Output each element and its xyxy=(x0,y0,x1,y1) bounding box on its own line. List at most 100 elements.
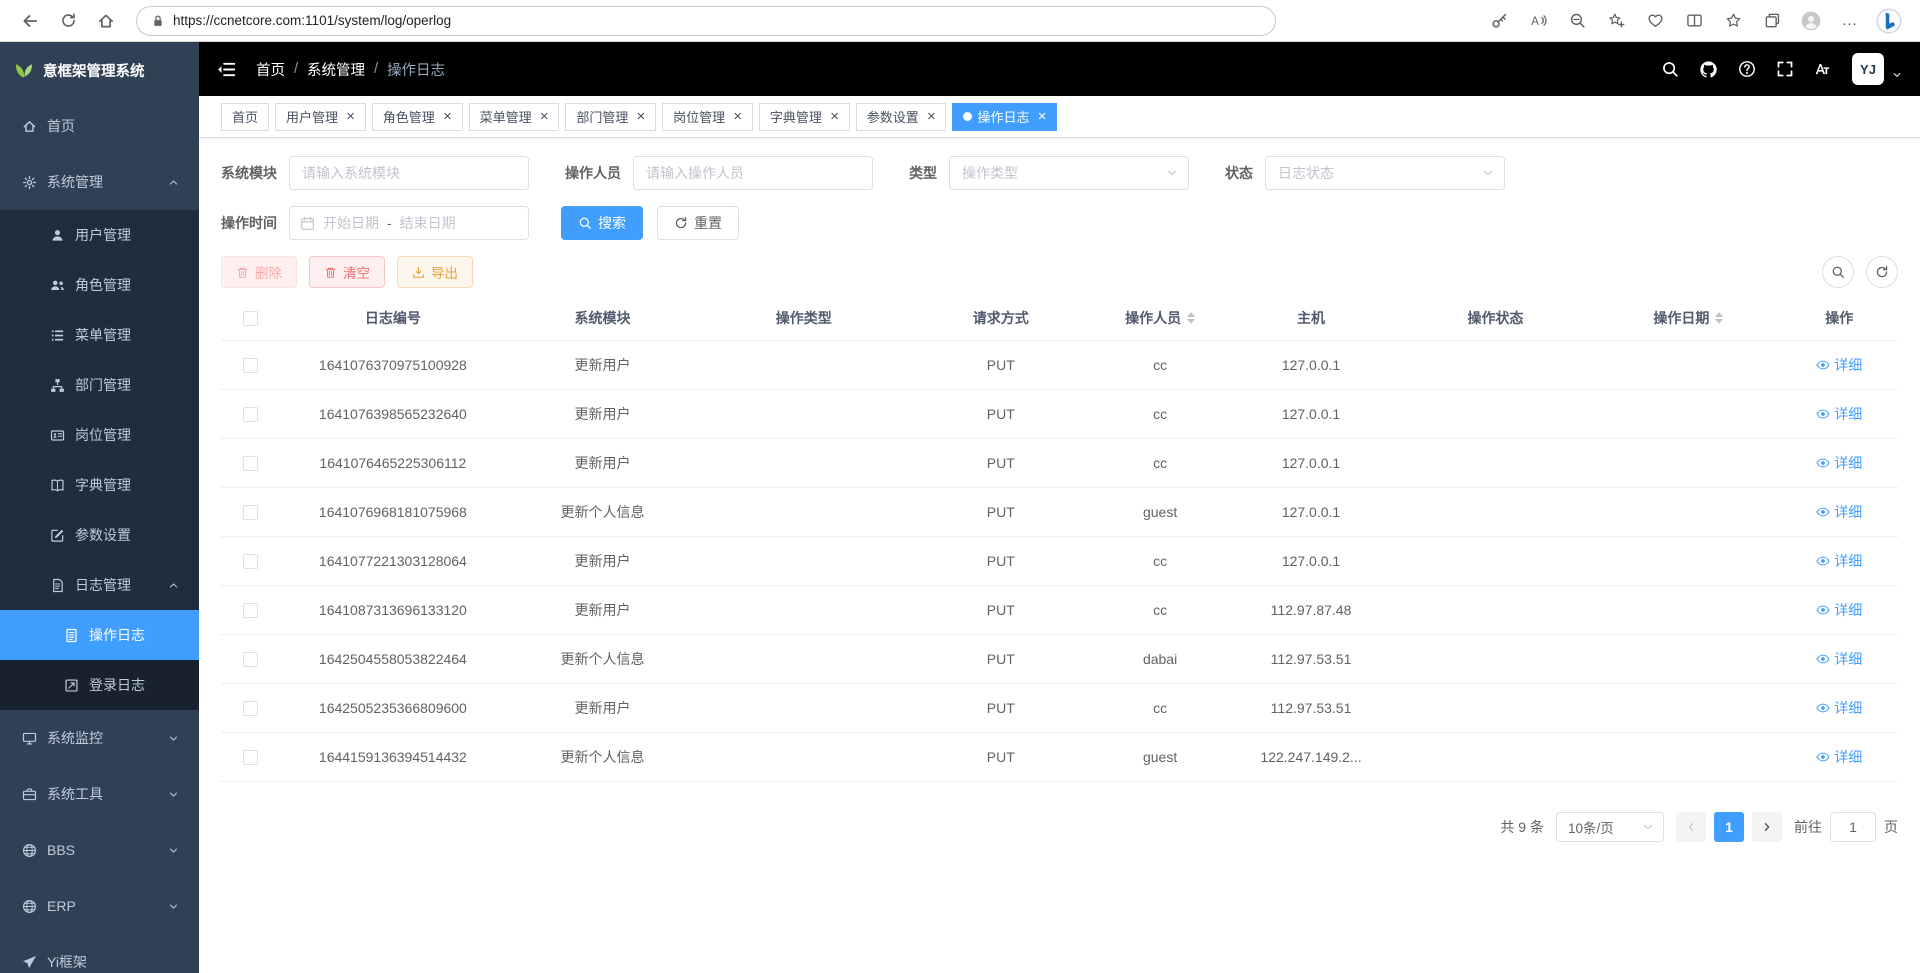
sort-icon[interactable] xyxy=(1187,312,1195,324)
status-select[interactable]: 日志状态 xyxy=(1265,156,1505,190)
browser-refresh-button[interactable] xyxy=(52,5,84,37)
favorites-button[interactable] xyxy=(1716,5,1750,37)
sidebar-item-tool[interactable]: 系统工具 xyxy=(0,766,199,822)
next-page-button[interactable] xyxy=(1752,812,1782,842)
read-aloud-button[interactable]: A xyxy=(1521,5,1555,37)
tab-user[interactable]: 用户管理× xyxy=(275,103,366,131)
tab-operlog[interactable]: 操作日志× xyxy=(952,103,1057,131)
operator-input[interactable] xyxy=(633,156,873,190)
detail-link[interactable]: 详细 xyxy=(1816,404,1862,424)
sidebar-item-config[interactable]: 参数设置 xyxy=(0,510,199,560)
github-link[interactable] xyxy=(1699,60,1718,79)
export-button[interactable]: 导出 xyxy=(397,256,473,288)
sidebar-item-log[interactable]: 日志管理 xyxy=(0,560,199,610)
reset-button[interactable]: 重置 xyxy=(657,206,739,240)
tab-post[interactable]: 岗位管理× xyxy=(662,103,753,131)
sort-icon[interactable] xyxy=(1715,312,1723,324)
delete-button[interactable]: 删除 xyxy=(221,256,297,288)
detail-link[interactable]: 详细 xyxy=(1816,502,1862,522)
search-button[interactable]: 搜索 xyxy=(561,206,643,240)
password-manager-button[interactable] xyxy=(1482,5,1516,37)
sidebar-item-menu[interactable]: 菜单管理 xyxy=(0,310,199,360)
sidebar-item-system[interactable]: 系统管理 xyxy=(0,154,199,210)
row-checkbox[interactable] xyxy=(243,750,258,765)
date-range-picker[interactable]: 开始日期 - 结束日期 xyxy=(289,206,529,240)
sidebar-item-post[interactable]: 岗位管理 xyxy=(0,410,199,460)
row-checkbox[interactable] xyxy=(243,652,258,667)
detail-link[interactable]: 详细 xyxy=(1816,747,1862,767)
row-checkbox[interactable] xyxy=(243,505,258,520)
user-avatar[interactable]: YJ xyxy=(1852,53,1884,85)
tab-home[interactable]: 首页 xyxy=(221,103,269,131)
close-icon[interactable]: × xyxy=(443,109,452,124)
row-checkbox[interactable] xyxy=(243,358,258,373)
sidebar-item-dict[interactable]: 字典管理 xyxy=(0,460,199,510)
browser-back-button[interactable] xyxy=(14,5,46,37)
sidebar-item-erp[interactable]: ERP xyxy=(0,878,199,934)
close-icon[interactable]: × xyxy=(346,109,355,124)
sidebar-item-home[interactable]: 首页 xyxy=(0,98,199,154)
column-header[interactable]: 操作日期 xyxy=(1596,296,1780,340)
help-button[interactable] xyxy=(1738,60,1756,78)
close-icon[interactable]: × xyxy=(733,109,742,124)
close-icon[interactable]: × xyxy=(830,109,839,124)
browser-home-button[interactable] xyxy=(90,5,122,37)
zoom-button[interactable] xyxy=(1560,5,1594,37)
row-checkbox[interactable] xyxy=(243,603,258,618)
browser-essentials-button[interactable] xyxy=(1638,5,1672,37)
tab-role[interactable]: 角色管理× xyxy=(372,103,463,131)
detail-link[interactable]: 详细 xyxy=(1816,355,1862,375)
detail-link[interactable]: 详细 xyxy=(1816,551,1862,571)
sidebar-item-bbs[interactable]: BBS xyxy=(0,822,199,878)
bing-button[interactable] xyxy=(1872,5,1906,37)
breadcrumb-home[interactable]: 首页 xyxy=(256,59,285,80)
row-checkbox[interactable] xyxy=(243,701,258,716)
close-icon[interactable]: × xyxy=(636,109,645,124)
toggle-search-button[interactable] xyxy=(1822,256,1854,288)
user-menu-caret[interactable] xyxy=(1892,70,1902,80)
select-all-checkbox[interactable] xyxy=(243,311,258,326)
tab-dept[interactable]: 部门管理× xyxy=(565,103,656,131)
page-size-select[interactable]: 10条/页 xyxy=(1556,812,1664,842)
close-icon[interactable]: × xyxy=(1038,109,1047,124)
app-logo[interactable]: 意框架管理系统 xyxy=(0,42,199,98)
detail-link[interactable]: 详细 xyxy=(1816,453,1862,473)
sidebar-item-user[interactable]: 用户管理 xyxy=(0,210,199,260)
detail-link[interactable]: 详细 xyxy=(1816,600,1862,620)
browser-menu-button[interactable]: … xyxy=(1833,5,1867,37)
detail-link[interactable]: 详细 xyxy=(1816,698,1862,718)
row-checkbox[interactable] xyxy=(243,407,258,422)
column-header[interactable]: 操作人员 xyxy=(1093,296,1227,340)
tab-config[interactable]: 参数设置× xyxy=(856,103,947,131)
font-size-button[interactable] xyxy=(1814,60,1832,78)
close-icon[interactable]: × xyxy=(927,109,936,124)
sidebar-item-loginlog[interactable]: 登录日志 xyxy=(0,660,199,710)
row-checkbox[interactable] xyxy=(243,554,258,569)
refresh-table-button[interactable] xyxy=(1866,256,1898,288)
close-icon[interactable]: × xyxy=(540,109,549,124)
detail-link[interactable]: 详细 xyxy=(1816,649,1862,669)
header-search-button[interactable] xyxy=(1661,60,1679,78)
clear-button[interactable]: 清空 xyxy=(309,256,385,288)
add-favorite-button[interactable] xyxy=(1599,5,1633,37)
tab-dict[interactable]: 字典管理× xyxy=(759,103,850,131)
row-checkbox[interactable] xyxy=(243,456,258,471)
prev-page-button[interactable] xyxy=(1676,812,1706,842)
collapse-sidebar-button[interactable] xyxy=(217,60,236,79)
browser-profile-button[interactable] xyxy=(1794,5,1828,37)
split-screen-button[interactable] xyxy=(1677,5,1711,37)
breadcrumb-system[interactable]: 系统管理 xyxy=(307,59,365,80)
page-number-1[interactable]: 1 xyxy=(1714,812,1744,842)
sidebar-item-monitor[interactable]: 系统监控 xyxy=(0,710,199,766)
collections-button[interactable] xyxy=(1755,5,1789,37)
sidebar-item-role[interactable]: 角色管理 xyxy=(0,260,199,310)
tab-menu[interactable]: 菜单管理× xyxy=(469,103,560,131)
sidebar-item-yi[interactable]: Yi框架 xyxy=(0,934,199,973)
module-input[interactable] xyxy=(289,156,529,190)
fullscreen-button[interactable] xyxy=(1776,60,1794,78)
jump-page-input[interactable] xyxy=(1830,812,1876,842)
sidebar-item-dept[interactable]: 部门管理 xyxy=(0,360,199,410)
type-select[interactable]: 操作类型 xyxy=(949,156,1189,190)
address-bar[interactable]: https://ccnetcore.com:1101/system/log/op… xyxy=(136,6,1276,36)
sidebar-item-operlog[interactable]: 操作日志 xyxy=(0,610,199,660)
